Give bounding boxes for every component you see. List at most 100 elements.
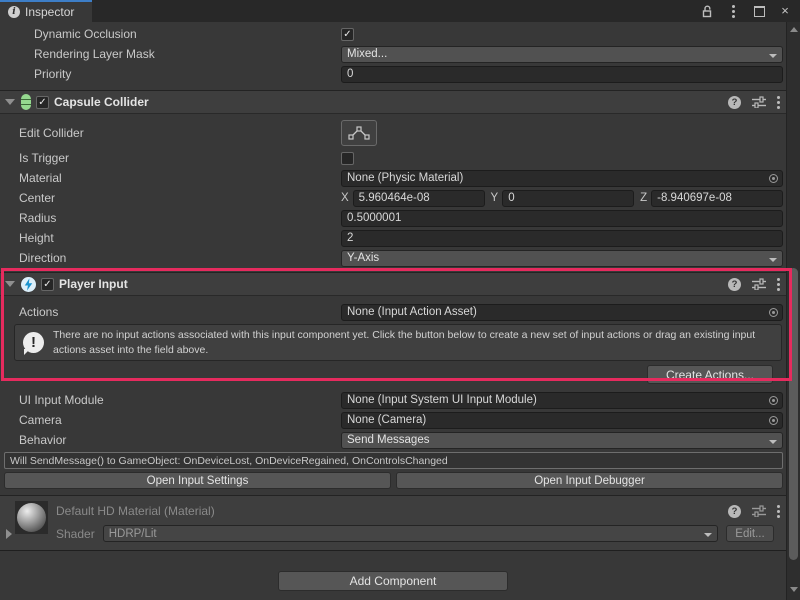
capsule-collider-icon (21, 94, 31, 110)
behavior-dropdown[interactable]: Send Messages (341, 432, 783, 449)
foldout-icon[interactable] (5, 99, 15, 105)
helpbox-text: There are no input actions associated wi… (53, 328, 773, 357)
warning-icon: ! (23, 332, 44, 353)
object-picker-icon[interactable] (769, 416, 778, 425)
foldout-icon[interactable] (5, 281, 15, 287)
actions-value: None (Input Action Asset) (347, 306, 477, 318)
ui-input-module-value: None (Input System UI Input Module) (347, 394, 537, 406)
vertical-scrollbar[interactable] (786, 22, 800, 600)
tab-label: Inspector (25, 5, 74, 19)
open-input-debugger-button[interactable]: Open Input Debugger (396, 472, 783, 489)
priority-field[interactable]: 0 (341, 66, 783, 83)
behavior-value: Send Messages (347, 434, 429, 446)
unlock-icon[interactable] (700, 4, 714, 18)
scrollbar-thumb[interactable] (789, 268, 798, 560)
shader-label: Shader (56, 527, 95, 541)
dynamic-occlusion-label: Dynamic Occlusion (19, 27, 341, 41)
direction-dropdown[interactable]: Y-Axis (341, 250, 783, 267)
camera-label: Camera (19, 413, 341, 427)
edit-collider-icon (348, 126, 370, 140)
center-z-label: Z (640, 192, 647, 204)
material-value: None (Physic Material) (347, 172, 463, 184)
center-z-value: -8.940697e-08 (657, 192, 732, 204)
shader-value: HDRP/Lit (109, 528, 157, 540)
help-icon[interactable]: ? (728, 505, 741, 518)
row-rendering-layer-mask: Rendering Layer Mask Mixed... (0, 44, 786, 64)
presets-icon[interactable] (752, 505, 766, 517)
component-menu-icon[interactable] (777, 510, 780, 513)
player-input-icon (21, 277, 36, 292)
capsule-collider-title: Capsule Collider (54, 95, 723, 109)
actions-object-field[interactable]: None (Input Action Asset) (341, 304, 783, 321)
row-priority: Priority 0 (0, 64, 786, 84)
player-input-title: Player Input (59, 277, 723, 291)
camera-object-field[interactable]: None (Camera) (341, 412, 783, 429)
close-icon[interactable]: × (778, 4, 792, 18)
edit-collider-button[interactable] (341, 120, 377, 146)
chevron-down-icon (769, 258, 777, 262)
component-menu-icon[interactable] (777, 283, 780, 286)
chevron-down-icon (704, 533, 712, 537)
presets-icon[interactable] (752, 96, 766, 108)
row-behavior: Behavior Send Messages (0, 430, 786, 450)
send-message-infobox: Will SendMessage() to GameObject: OnDevi… (4, 452, 783, 469)
player-input-header[interactable]: Player Input ? (0, 272, 786, 296)
center-y-value: 0 (508, 192, 514, 204)
center-x-field[interactable]: 5.960464e-08 (353, 190, 485, 207)
scroll-down-icon[interactable] (790, 587, 798, 592)
tab-inspector[interactable]: i Inspector (0, 0, 92, 22)
rendering-layer-mask-dropdown[interactable]: Mixed... (341, 46, 783, 63)
help-icon[interactable]: ? (728, 278, 741, 291)
dynamic-occlusion-checkbox[interactable] (341, 28, 354, 41)
help-icon[interactable]: ? (728, 96, 741, 109)
direction-label: Direction (19, 251, 341, 265)
object-picker-icon[interactable] (769, 308, 778, 317)
radius-field[interactable]: 0.5000001 (341, 210, 783, 227)
radius-value: 0.5000001 (347, 212, 401, 224)
rendering-layer-mask-label: Rendering Layer Mask (19, 47, 341, 61)
material-foldout-icon[interactable] (6, 529, 12, 539)
row-camera: Camera None (Camera) (0, 410, 786, 430)
row-direction: Direction Y-Axis (0, 248, 786, 268)
shader-edit-button[interactable]: Edit... (726, 525, 774, 542)
ui-input-module-label: UI Input Module (19, 393, 341, 407)
center-z-field[interactable]: -8.940697e-08 (651, 190, 783, 207)
material-preview-thumbnail (15, 501, 48, 534)
material-object-field[interactable]: None (Physic Material) (341, 170, 783, 187)
row-ui-input-module: UI Input Module None (Input System UI In… (0, 390, 786, 410)
priority-value: 0 (347, 68, 353, 80)
scroll-up-icon[interactable] (790, 27, 798, 32)
row-actions: Actions None (Input Action Asset) (0, 302, 786, 322)
add-component-button[interactable]: Add Component (278, 571, 508, 591)
center-x-value: 5.960464e-08 (359, 192, 430, 204)
shader-dropdown[interactable]: HDRP/Lit (103, 525, 718, 542)
object-picker-icon[interactable] (769, 174, 778, 183)
radius-label: Radius (19, 211, 341, 225)
priority-label: Priority (19, 67, 341, 81)
component-menu-icon[interactable] (777, 101, 780, 104)
row-material: Material None (Physic Material) (0, 168, 786, 188)
capsule-collider-enabled-checkbox[interactable] (36, 96, 49, 109)
ui-input-module-object-field[interactable]: None (Input System UI Input Module) (341, 392, 783, 409)
row-center: Center X 5.960464e-08 Y 0 Z -8.940697e-0… (0, 188, 786, 208)
row-dynamic-occlusion: Dynamic Occlusion (0, 24, 786, 44)
direction-value: Y-Axis (347, 252, 379, 264)
player-input-enabled-checkbox[interactable] (41, 278, 54, 291)
is-trigger-label: Is Trigger (19, 151, 341, 165)
height-field[interactable]: 2 (341, 230, 783, 247)
object-picker-icon[interactable] (769, 396, 778, 405)
presets-icon[interactable] (752, 278, 766, 290)
capsule-collider-header[interactable]: Capsule Collider ? (0, 90, 786, 114)
create-actions-button[interactable]: Create Actions... (647, 365, 773, 384)
row-edit-collider: Edit Collider (0, 118, 786, 148)
material-header[interactable]: Default HD Material (Material) ? Shader … (0, 495, 786, 551)
center-y-field[interactable]: 0 (502, 190, 634, 207)
window-menu-icon[interactable] (726, 4, 740, 18)
edit-collider-label: Edit Collider (19, 126, 341, 140)
maximize-icon[interactable] (752, 4, 766, 18)
open-input-settings-button[interactable]: Open Input Settings (4, 472, 391, 489)
is-trigger-checkbox[interactable] (341, 152, 354, 165)
center-x-label: X (341, 192, 349, 204)
center-y-label: Y (491, 192, 499, 204)
center-label: Center (19, 191, 341, 205)
